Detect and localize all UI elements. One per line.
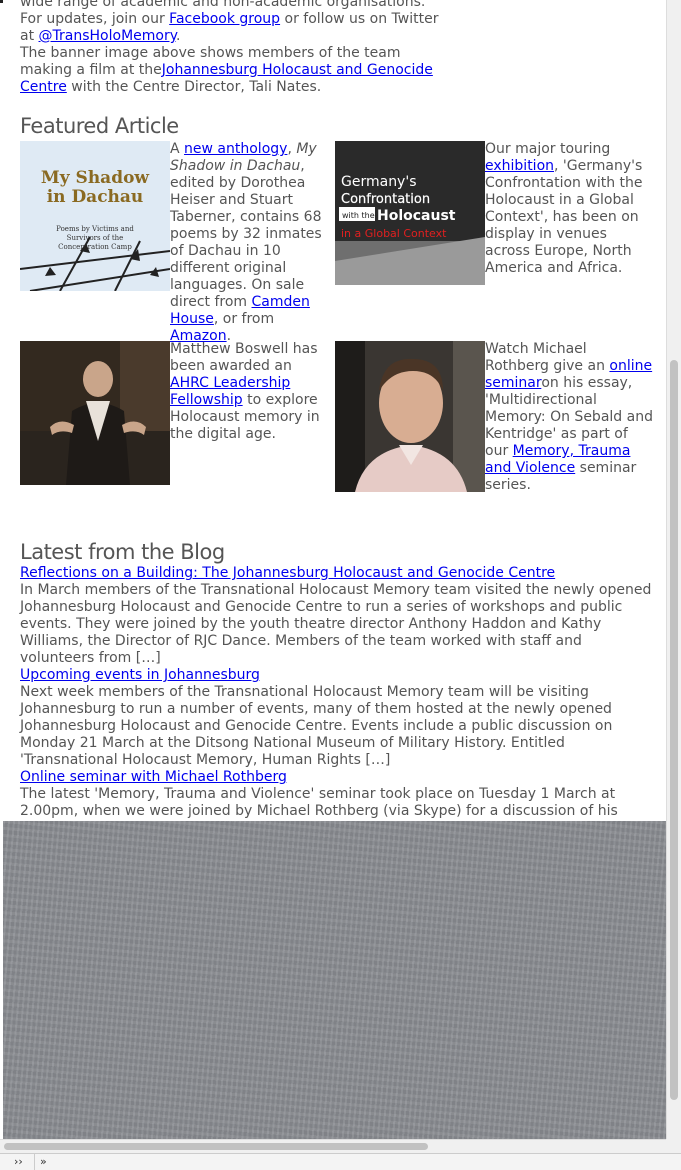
cover-caption: Poems by Victims and Survivors of the Co… (56, 225, 134, 251)
vertical-scrollbar-thumb[interactable] (670, 360, 678, 1100)
banner-caption-suffix: with the Centre Director, Tali Nates. (66, 79, 322, 95)
blog-post-title-link[interactable]: Reflections on a Building: The Johannesb… (20, 565, 660, 582)
horizontal-scrollbar[interactable] (0, 1139, 666, 1154)
status-right-glyph[interactable]: » (40, 1155, 47, 1168)
poster-line2: Confrontation (341, 192, 430, 207)
blog-post-list: Reflections on a Building: The Johannesb… (20, 565, 660, 821)
status-bar: ›› » (0, 1153, 681, 1170)
new-anthology-link[interactable]: new anthology (184, 141, 287, 157)
status-divider (34, 1154, 35, 1170)
exhibition-link[interactable]: exhibition (485, 158, 554, 174)
cover-title-line1: My Shadow (41, 168, 149, 188)
horizontal-scrollbar-thumb[interactable] (4, 1143, 428, 1150)
vertical-scrollbar[interactable] (666, 0, 681, 1139)
anthology-text-1: A (170, 141, 185, 157)
poster-line3a: with the (342, 211, 375, 220)
intro-banner-caption: The banner image above shows members of … (20, 45, 440, 96)
intro-period: . (176, 28, 181, 44)
intro-section: wide range of academic and non-academic … (20, 0, 440, 96)
exhibition-poster-image[interactable]: Germany's Confrontation with the Holocau… (335, 141, 485, 285)
fellowship-text-1: Matthew Boswell has been awarded an (170, 341, 318, 374)
cover-title-line2: in Dachau (47, 187, 144, 207)
blog-post-title-link[interactable]: Upcoming events in Johannesburg (20, 667, 660, 684)
page-content: wide range of academic and non-academic … (3, 0, 666, 821)
featured-card-anthology: My Shadow in Dachau Poems by Victims and… (20, 141, 335, 344)
blog-heading: Latest from the Blog (20, 540, 225, 564)
intro-cut-line: wide range of academic and non-academic … (20, 0, 426, 10)
poster-line4: in a Global Context (341, 227, 447, 240)
speaker-photo-image[interactable] (20, 341, 170, 485)
seminar-text-1: Watch Michael Rothberg give an (485, 341, 610, 374)
exhibition-text-1: Our major touring (485, 141, 611, 157)
poster-line3b: Holocaust (377, 208, 456, 224)
anthology-text-4: , or from (213, 311, 275, 327)
anthology-text-2: , (287, 141, 297, 157)
page-background-texture (3, 821, 666, 1139)
rothberg-photo-image[interactable] (335, 341, 485, 492)
featured-article-heading: Featured Article (20, 114, 179, 138)
featured-card-exhibition: Germany's Confrontation with the Holocau… (335, 141, 653, 301)
anthology-cover-image[interactable]: My Shadow in Dachau Poems by Victims and… (20, 141, 170, 291)
scrollbar-corner (666, 1139, 681, 1153)
seminar-blurb: Watch Michael Rothberg give an online se… (485, 341, 653, 494)
facebook-group-link[interactable]: Facebook group (169, 11, 280, 27)
intro-twitter-text: or follow us on Twitter (280, 11, 439, 27)
poster-line1: Germany's (341, 174, 417, 190)
anthology-blurb: A new anthology, My Shadow in Dachau, ed… (170, 141, 335, 345)
exhibition-text-2: , 'Germany's Confrontation with the Holo… (485, 158, 643, 276)
blog-post: Online seminar with Michael Rothberg The… (20, 769, 660, 821)
blog-post-title-link[interactable]: Online seminar with Michael Rothberg (20, 769, 660, 786)
featured-card-fellowship: Matthew Boswell has been awarded an AHRC… (20, 341, 335, 491)
blog-post-excerpt: The latest 'Memory, Trauma and Violence'… (20, 786, 618, 821)
fellowship-blurb: Matthew Boswell has been awarded an AHRC… (170, 341, 335, 443)
blog-post: Upcoming events in Johannesburg Next wee… (20, 667, 660, 769)
blog-post-excerpt: Next week members of the Transnational H… (20, 684, 613, 768)
intro-updates: For updates, join our Facebook group or … (20, 11, 440, 45)
blog-post-excerpt: In March members of the Transnational Ho… (20, 582, 652, 666)
anthology-text-3: , edited by Dorothea Heiser and Stuart T… (170, 158, 322, 310)
intro-updates-prefix: For updates, join our (20, 11, 170, 27)
intro-at-word: at (20, 28, 39, 44)
featured-card-seminar: Watch Michael Rothberg give an online se… (335, 341, 653, 496)
exhibition-blurb: Our major touring exhibition, 'Germany's… (485, 141, 653, 277)
status-left-glyph[interactable]: ›› (14, 1155, 23, 1168)
blog-post: Reflections on a Building: The Johannesb… (20, 565, 660, 667)
twitter-handle-link[interactable]: @TransHoloMemory (39, 28, 176, 44)
